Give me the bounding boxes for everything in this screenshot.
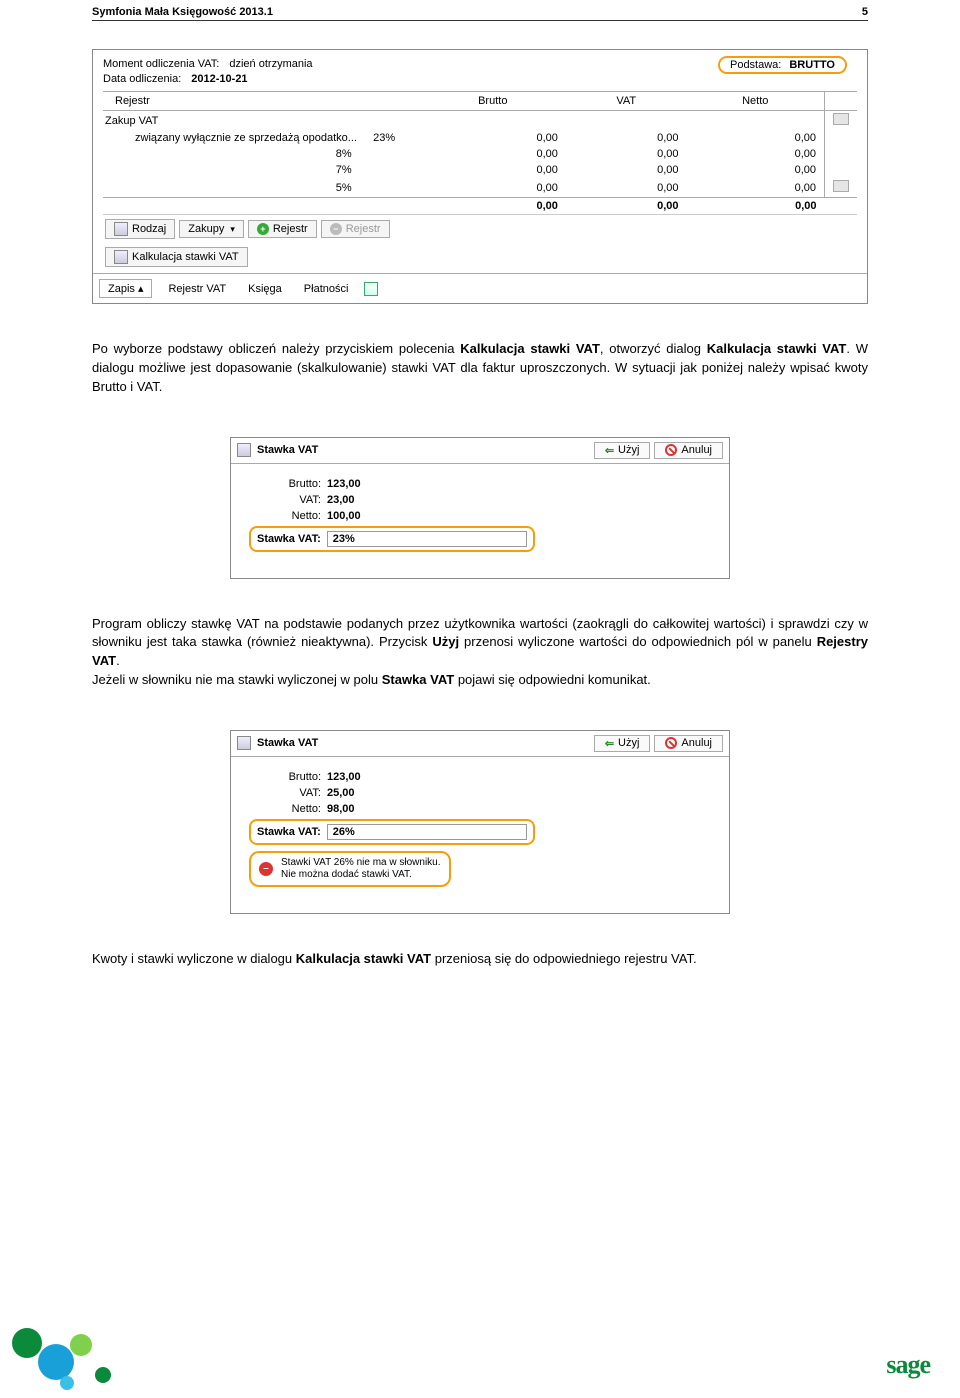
tab-platnosci[interactable]: Płatności <box>298 281 355 297</box>
bottom-toolbar: Zapis ▴ Rejestr VAT Księga Płatności <box>93 273 867 303</box>
brutto-3: 0,00 <box>420 178 566 198</box>
stawka-input[interactable]: 26% <box>327 824 527 840</box>
cancel-button[interactable]: Anuluj <box>654 735 723 752</box>
total-netto: 0,00 <box>687 198 825 215</box>
vat-label: VAT: <box>249 787 327 799</box>
footer-decoration: sage <box>0 1308 960 1398</box>
vat-table: Rejestr Brutto VAT Netto Zakup VAT związ… <box>103 91 857 214</box>
arrow-left-icon: ⇐ <box>605 737 614 750</box>
paragraph-1: Po wyborze podstawy obliczeń należy przy… <box>92 340 868 397</box>
vat-2: 0,00 <box>566 162 687 178</box>
podstawa-value[interactable]: BRUTTO <box>789 59 835 71</box>
doc-title: Symfonia Mała Księgowość 2013.1 <box>92 6 273 18</box>
moment-label: Moment odliczenia VAT: <box>103 58 219 70</box>
tab-rejestr-vat[interactable]: Rejestr VAT <box>162 281 232 297</box>
total-vat: 0,00 <box>566 198 687 215</box>
rate-3: 5% <box>336 182 412 194</box>
col-netto: Netto <box>687 92 825 111</box>
data-odliczenia-value: 2012-10-21 <box>191 73 247 85</box>
paragraph-4: Kwoty i stawki wyliczone w dialogu Kalku… <box>92 950 868 969</box>
stawka-label: Stawka VAT: <box>257 533 321 545</box>
list-icon <box>114 222 128 236</box>
remove-rejestr-button[interactable]: − Rejestr <box>321 220 390 238</box>
use-button[interactable]: ⇐ Użyj <box>594 735 651 752</box>
rate-1: 8% <box>336 148 412 160</box>
add-rejestr-button[interactable]: + Rejestr <box>248 220 317 238</box>
error-icon: – <box>259 862 273 876</box>
netto-2: 0,00 <box>687 162 825 178</box>
group-label: Zakup VAT <box>103 111 825 131</box>
vat-0: 0,00 <box>566 130 687 146</box>
brutto-0: 0,00 <box>420 130 566 146</box>
total-brutto: 0,00 <box>420 198 566 215</box>
moment-value: dzień otrzymania <box>229 58 312 70</box>
dialog-title: Stawka VAT <box>257 737 318 749</box>
netto-value: 100,00 <box>327 510 361 522</box>
scroll-up-icon[interactable] <box>833 113 849 125</box>
brutto-2: 0,00 <box>420 162 566 178</box>
vat-value: 25,00 <box>327 787 355 799</box>
arrow-left-icon: ⇐ <box>605 444 614 457</box>
cancel-icon <box>665 444 677 456</box>
registry-toolbar: Rodzaj Zakupy + Rejestr − Rejestr <box>103 214 857 243</box>
stawka-highlight: Stawka VAT: 26% <box>249 819 535 845</box>
brutto-1: 0,00 <box>420 146 566 162</box>
col-vat: VAT <box>566 92 687 111</box>
plus-icon: + <box>257 223 269 235</box>
page-header: Symfonia Mała Księgowość 2013.1 5 <box>92 0 868 21</box>
stawka-vat-dialog-2: Stawka VAT ⇐ Użyj Anuluj Brutto:123,00 V… <box>230 730 730 914</box>
use-button[interactable]: ⇐ Użyj <box>594 442 651 459</box>
brutto-value: 123,00 <box>327 771 361 783</box>
zapis-button[interactable]: Zapis ▴ <box>99 279 152 298</box>
col-rejestr: Rejestr <box>103 92 420 111</box>
scroll-down-icon[interactable] <box>833 180 849 192</box>
vat-3: 0,00 <box>566 178 687 198</box>
cancel-icon <box>665 737 677 749</box>
vat-label: VAT: <box>249 494 327 506</box>
kalkulacja-stawki-button[interactable]: Kalkulacja stawki VAT <box>105 247 248 267</box>
calculator-icon <box>114 250 128 264</box>
rate-0: 23% <box>373 132 395 144</box>
sage-logo: sage <box>886 1350 930 1380</box>
rate-2: 7% <box>336 164 412 176</box>
stawka-input[interactable]: 23% <box>327 531 527 547</box>
netto-label: Netto: <box>249 803 327 815</box>
zakupy-button[interactable]: Zakupy <box>179 220 244 238</box>
netto-label: Netto: <box>249 510 327 522</box>
vat-1: 0,00 <box>566 146 687 162</box>
brutto-label: Brutto: <box>249 771 327 783</box>
tab-ksiega[interactable]: Księga <box>242 281 288 297</box>
stawka-label: Stawka VAT: <box>257 826 321 838</box>
paragraph-2: Program obliczy stawkę VAT na podstawie … <box>92 615 868 690</box>
netto-value: 98,00 <box>327 803 355 815</box>
minus-icon: − <box>330 223 342 235</box>
page-number: 5 <box>862 6 868 18</box>
error-highlight: – Stawki VAT 26% nie ma w słowniku. Nie … <box>249 851 451 887</box>
calculator-icon <box>237 443 251 457</box>
stawka-vat-dialog-1: Stawka VAT ⇐ Użyj Anuluj Brutto:123,00 V… <box>230 437 730 579</box>
netto-1: 0,00 <box>687 146 825 162</box>
group-sub: związany wyłącznie ze sprzedażą opodatko… <box>115 132 357 144</box>
rodzaj-button[interactable]: Rodzaj <box>105 219 175 239</box>
podstawa-label: Podstawa: <box>730 59 781 71</box>
vat-value: 23,00 <box>327 494 355 506</box>
vat-registry-window: Moment odliczenia VAT: dzień otrzymania … <box>92 49 868 304</box>
data-odliczenia-label: Data odliczenia: <box>103 73 181 85</box>
brutto-label: Brutto: <box>249 478 327 490</box>
col-brutto: Brutto <box>420 92 566 111</box>
dialog-title: Stawka VAT <box>257 444 318 456</box>
netto-3: 0,00 <box>687 178 825 198</box>
brutto-value: 123,00 <box>327 478 361 490</box>
netto-0: 0,00 <box>687 130 825 146</box>
calculator-icon <box>237 736 251 750</box>
error-line-2: Nie można dodać stawki VAT. <box>281 869 441 881</box>
cancel-button[interactable]: Anuluj <box>654 442 723 459</box>
error-line-1: Stawki VAT 26% nie ma w słowniku. <box>281 857 441 869</box>
stawka-highlight: Stawka VAT: 23% <box>249 526 535 552</box>
podstawa-highlight: Podstawa: BRUTTO <box>718 56 847 74</box>
calendar-icon[interactable] <box>364 282 378 296</box>
